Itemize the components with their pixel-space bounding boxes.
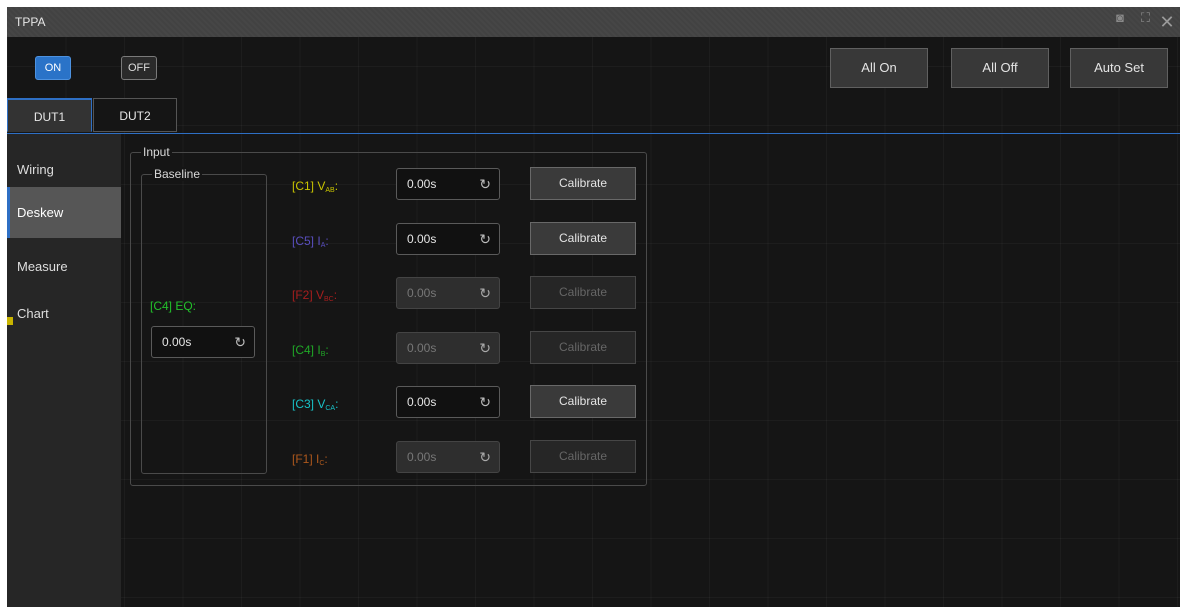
deskew-value: 0.00s <box>407 286 437 300</box>
auto-set-button[interactable]: Auto Set <box>1070 48 1168 88</box>
deskew-value-input: 0.00s ↻ <box>396 331 500 364</box>
all-on-button[interactable]: All On <box>830 48 928 88</box>
deskew-value: 0.00s <box>407 395 437 409</box>
deskew-value-input[interactable]: 0.00s ↻ <box>396 386 500 418</box>
all-off-button[interactable]: All Off <box>951 48 1049 88</box>
channel-label: [C4] IB: <box>292 342 329 358</box>
tab-dut2[interactable]: DUT2 <box>93 98 177 132</box>
reset-icon[interactable]: ↻ <box>479 387 491 417</box>
input-group: Input Baseline [C4] EQ: 0.00s ↻ [C1] VAB… <box>130 145 647 486</box>
deskew-value: 0.00s <box>407 340 437 355</box>
expand-icon[interactable]: ⛶ <box>1141 10 1150 26</box>
calibrate-button: Calibrate <box>530 439 636 473</box>
calibrate-button[interactable]: Calibrate <box>530 167 636 200</box>
tppa-window: TPPA ◙ ⛶ ✕ ON OFF All On All Off Auto Se… <box>7 7 1180 607</box>
calibrate-button: Calibrate <box>530 276 636 309</box>
baseline-value: 0.00s <box>162 335 192 349</box>
sidebar-item-deskew[interactable]: Deskew <box>7 187 121 238</box>
window-title: TPPA <box>15 15 46 29</box>
calibrate-button: Calibrate <box>530 330 636 364</box>
deskew-value: 0.00s <box>407 231 437 246</box>
off-button[interactable]: OFF <box>121 56 157 80</box>
channel-label: [F1] IC: <box>292 451 328 467</box>
reset-icon: ↻ <box>479 339 491 356</box>
baseline-legend: Baseline <box>152 167 203 181</box>
tab-dut1[interactable]: DUT1 <box>7 98 92 132</box>
sidebar-item-chart[interactable]: Chart <box>7 288 121 339</box>
deskew-value-input[interactable]: 0.00s ↻ <box>396 222 500 255</box>
close-icon[interactable]: ✕ <box>1154 7 1180 37</box>
calibrate-button[interactable]: Calibrate <box>530 221 636 255</box>
baseline-deskew-input[interactable]: 0.00s ↻ <box>151 326 255 358</box>
reset-icon: ↻ <box>479 285 491 301</box>
baseline-channel-label: [C4] EQ: <box>150 299 197 313</box>
title-bar: TPPA ◙ ⛶ ✕ <box>7 7 1180 37</box>
trigger-level-marker <box>7 317 13 325</box>
deskew-value: 0.00s <box>407 177 437 191</box>
channel-label: [C5] IA: <box>292 233 329 249</box>
calibrate-button[interactable]: Calibrate <box>530 385 636 418</box>
reset-icon[interactable]: ↻ <box>234 327 246 357</box>
deskew-value-input: 0.00s ↻ <box>396 277 500 309</box>
deskew-value: 0.00s <box>407 449 437 464</box>
reset-icon[interactable]: ↻ <box>479 224 491 254</box>
sidebar-item-measure[interactable]: Measure <box>7 241 121 292</box>
reset-icon: ↻ <box>479 448 491 465</box>
deskew-value-input[interactable]: 0.00s ↻ <box>396 168 500 200</box>
sidebar: Wiring Deskew Measure Chart <box>7 134 121 607</box>
camera-icon[interactable]: ◙ <box>1116 10 1124 26</box>
channel-label: [C3] VCA: <box>292 397 339 412</box>
dut-tabs: DUT1 DUT2 <box>7 98 1180 134</box>
reset-icon[interactable]: ↻ <box>479 169 491 199</box>
baseline-group: Baseline [C4] EQ: 0.00s ↻ <box>141 167 267 474</box>
channel-label: [F2] VBC: <box>292 288 338 303</box>
channel-label: [C1] VAB: <box>292 179 339 194</box>
input-legend: Input <box>141 145 172 159</box>
on-button[interactable]: ON <box>35 56 71 80</box>
deskew-value-input: 0.00s ↻ <box>396 440 500 473</box>
